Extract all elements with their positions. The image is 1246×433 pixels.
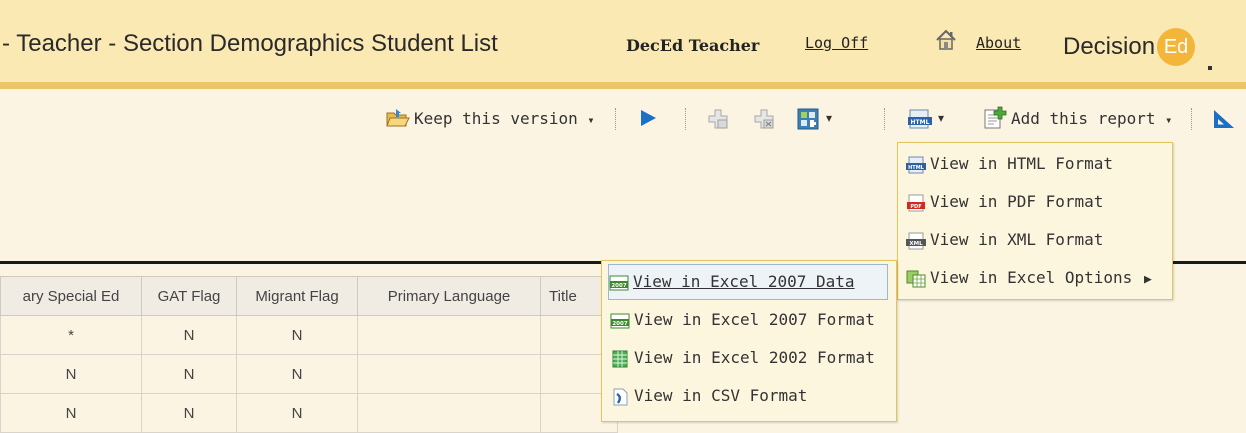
menu-item-xml-format[interactable]: XML View in XML Format <box>906 223 1103 257</box>
menu-item-excel-options[interactable]: View in Excel Options ▶ <box>906 261 1152 295</box>
svg-text:XML: XML <box>909 241 923 247</box>
logo-text: Decision <box>1063 33 1156 60</box>
menu-item-label: View in Excel 2007 Data <box>633 272 855 291</box>
table-row: N N N <box>0 393 618 433</box>
table-cell: N <box>236 393 358 433</box>
csv-file-icon <box>613 388 628 405</box>
header-underline <box>0 82 1246 89</box>
expand-rows-icon[interactable] <box>707 108 729 130</box>
add-report-button[interactable]: Add this report ▾ <box>1011 109 1172 128</box>
toolbar-separator <box>884 108 885 130</box>
pdf-file-icon: PDF <box>907 194 925 211</box>
html-file-icon: HTML <box>906 156 926 173</box>
table-cell: N <box>236 354 358 394</box>
table-cell <box>357 354 541 394</box>
collapse-rows-icon[interactable] <box>753 108 775 130</box>
menu-item-excel-2007-format[interactable]: 2007 View in Excel 2007 Format <box>610 303 875 337</box>
toolbar-separator <box>1191 108 1192 130</box>
keep-version-label: Keep this version <box>414 109 578 128</box>
menu-item-label: View in PDF Format <box>930 192 1104 211</box>
table-cell <box>357 315 541 355</box>
table-header-row: ary Special Ed GAT Flag Migrant Flag Pri… <box>0 276 618 316</box>
logo-badge: Ed <box>1157 28 1196 66</box>
svg-text:HTML: HTML <box>908 165 925 171</box>
log-off-link[interactable]: Log Off <box>805 34 868 52</box>
table-cell: * <box>0 315 142 355</box>
col-header-primary-language[interactable]: Primary Language <box>357 276 541 316</box>
insert-chart-icon[interactable] <box>797 108 821 130</box>
add-report-icon[interactable] <box>983 106 1007 130</box>
excel-options-icon <box>906 270 926 287</box>
table-cell: N <box>141 393 237 433</box>
keep-version-caret[interactable]: ▾ <box>587 113 594 127</box>
table-cell: N <box>141 315 237 355</box>
page-title: - Teacher - Section Demographics Student… <box>2 30 498 57</box>
svg-text:2007: 2007 <box>612 321 627 327</box>
menu-item-label: View in XML Format <box>930 230 1104 249</box>
ruler-triangle-icon[interactable] <box>1212 108 1236 130</box>
table-cell: N <box>236 315 358 355</box>
table-cell: N <box>0 393 142 433</box>
svg-text:PDF: PDF <box>910 204 921 210</box>
menu-item-excel-2007-data[interactable]: 2007 View in Excel 2007 Data <box>608 264 888 300</box>
about-link[interactable]: About <box>976 34 1021 52</box>
keep-version-icon[interactable] <box>386 108 410 128</box>
home-icon[interactable] <box>934 28 958 52</box>
submenu-arrow-icon: ▶ <box>1143 272 1152 287</box>
excel-2007-icon: 2007 <box>609 275 629 290</box>
add-report-caret[interactable]: ▾ <box>1165 113 1172 127</box>
menu-item-excel-2002-format[interactable]: View in Excel 2002 Format <box>610 341 875 375</box>
menu-item-pdf-format[interactable]: PDF View in PDF Format <box>906 185 1103 219</box>
menu-item-label: View in Excel 2002 Format <box>634 348 875 367</box>
svg-text:HTML: HTML <box>911 119 930 126</box>
user-name: DecEd Teacher <box>626 36 760 55</box>
col-header-gat-flag[interactable]: GAT Flag <box>141 276 237 316</box>
svg-text:2007: 2007 <box>611 283 626 289</box>
html-format-icon[interactable]: HTML <box>907 109 933 129</box>
logo-dot <box>1208 66 1212 70</box>
xml-file-icon: XML <box>906 232 926 249</box>
table-row: N N N <box>0 354 618 394</box>
excel-submenu: 2007 View in Excel 2007 Data 2007 View i… <box>601 260 897 422</box>
menu-item-label: View in CSV Format <box>634 386 808 405</box>
keep-version-button[interactable]: Keep this version ▾ <box>414 109 595 128</box>
menu-item-label: View in HTML Format <box>930 154 1114 173</box>
excel-2002-icon <box>612 350 628 367</box>
table-cell: N <box>141 354 237 394</box>
toolbar-separator <box>685 108 686 130</box>
col-header-migrant-flag[interactable]: Migrant Flag <box>236 276 358 316</box>
add-report-label: Add this report <box>1011 109 1156 128</box>
decision-ed-logo: Decision Ed <box>1063 28 1212 70</box>
menu-item-csv-format[interactable]: View in CSV Format <box>610 379 807 413</box>
col-header-special-ed[interactable]: ary Special Ed <box>0 276 142 316</box>
menu-item-html-format[interactable]: HTML View in HTML Format <box>906 147 1113 181</box>
table-cell <box>357 393 541 433</box>
menu-item-label: View in Excel 2007 Format <box>634 310 875 329</box>
excel-2007-icon: 2007 <box>610 313 630 328</box>
toolbar-separator <box>615 108 616 130</box>
format-menu-caret[interactable]: ▾ <box>938 111 944 125</box>
run-report-icon[interactable] <box>638 109 658 127</box>
table-row: * N N <box>0 315 618 355</box>
format-menu: HTML View in HTML Format PDF View in PDF… <box>897 142 1173 300</box>
student-table: ary Special Ed GAT Flag Migrant Flag Pri… <box>0 276 618 433</box>
table-cell: N <box>0 354 142 394</box>
menu-item-label: View in Excel Options <box>930 268 1133 287</box>
insert-chart-caret[interactable]: ▾ <box>826 111 832 125</box>
